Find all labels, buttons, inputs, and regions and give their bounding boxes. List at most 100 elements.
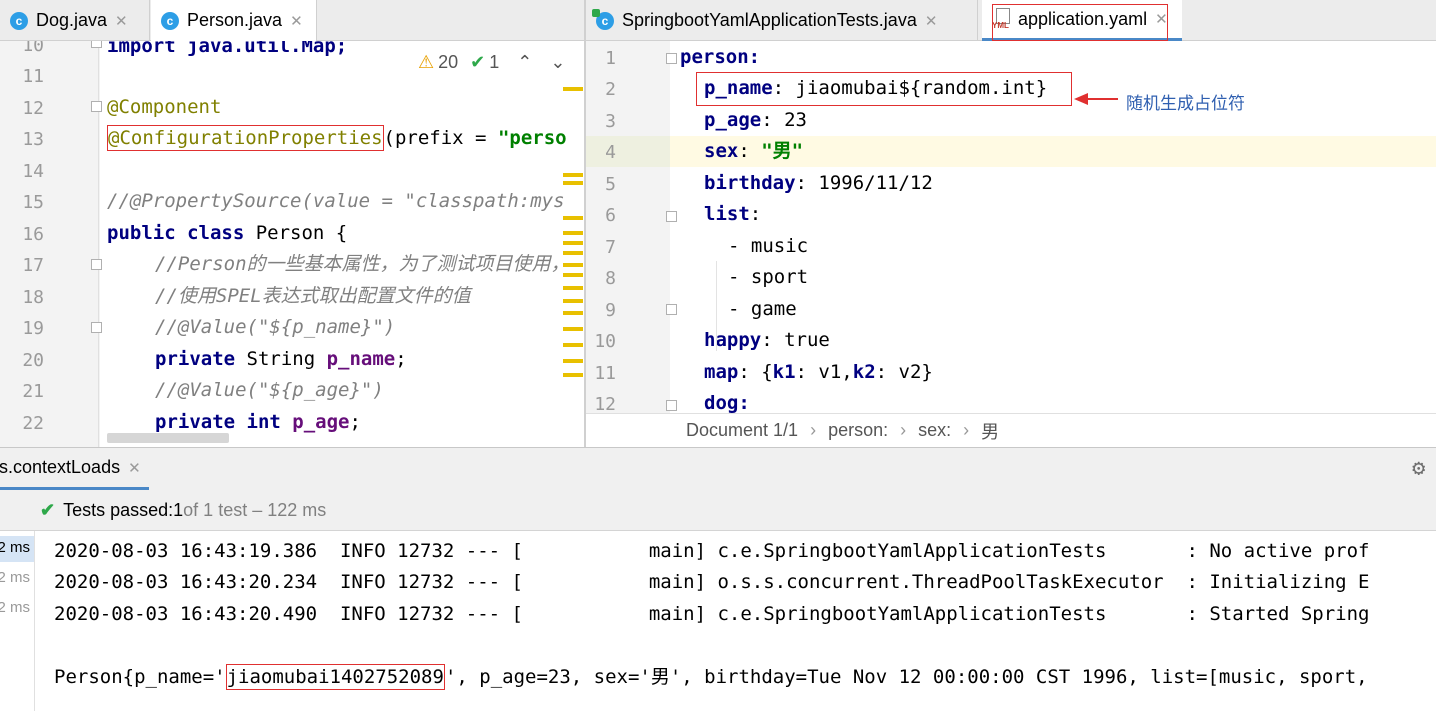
line-number: 13 <box>22 129 44 150</box>
close-icon[interactable]: ✕ <box>128 459 141 477</box>
line-number: 18 <box>22 287 44 308</box>
gear-icon[interactable]: ⚙ <box>1412 456 1425 481</box>
yaml-file-icon: YML <box>992 8 1014 30</box>
test-duration[interactable]: 2 ms <box>0 569 30 586</box>
java-class-icon: c <box>161 11 179 30</box>
tab-dog-java[interactable]: c Dog.java ✕ <box>0 0 150 41</box>
chevron-right-icon: › <box>900 420 907 440</box>
fold-icon[interactable] <box>91 101 102 112</box>
yaml-line: birthday: 1996/11/12 <box>704 172 933 194</box>
line-number: 22 <box>22 413 44 434</box>
yaml-line: dog: <box>704 392 750 413</box>
scrollbar-marker[interactable] <box>563 241 583 245</box>
scrollbar-marker[interactable] <box>563 286 583 290</box>
fold-icon[interactable] <box>666 304 677 315</box>
code-line: //@Value("${p_name}") <box>155 316 396 338</box>
tab-label: SpringbootYamlApplicationTests.java <box>622 10 917 30</box>
run-panel-header: ts.contextLoads ✕ ⚙ <box>0 447 1436 490</box>
line-number: 5 <box>605 174 616 195</box>
line-number: 14 <box>22 161 44 182</box>
breadcrumb-item[interactable]: 男 <box>981 418 999 444</box>
chevron-right-icon: › <box>963 420 970 440</box>
scrollbar-marker[interactable] <box>563 299 583 303</box>
yaml-line: p_age: 23 <box>704 109 807 131</box>
scrollbar-marker[interactable] <box>563 311 583 315</box>
code-line: //Person的一些基本属性，为了测试项目使用， <box>155 253 570 275</box>
test-duration[interactable]: 2 ms <box>0 539 30 556</box>
yaml-line: happy: true <box>704 329 830 351</box>
code-line: //@PropertySource(value = "classpath:mys <box>107 190 565 212</box>
console-output[interactable]: 2 ms 2 ms 2 ms 2020-08-03 16:43:19.386 I… <box>0 531 1436 711</box>
fold-icon[interactable] <box>666 400 677 411</box>
fold-icon[interactable] <box>666 211 677 222</box>
scrollbar-marker[interactable] <box>563 251 583 255</box>
fold-icon[interactable] <box>91 41 102 48</box>
chevron-down-icon[interactable]: ⌄ <box>550 52 565 73</box>
test-status: ✔ Tests passed: 1 of 1 test – 122 ms <box>40 499 327 520</box>
annotation-note: 随机生成占位符 <box>1126 94 1245 113</box>
yaml-line: - sport <box>728 266 809 288</box>
test-duration[interactable]: 2 ms <box>0 599 30 616</box>
arrow-left-icon <box>1074 93 1118 105</box>
run-tab-label: ts.contextLoads <box>0 457 121 477</box>
java-test-class-icon: c <box>592 8 614 30</box>
yaml-line: person: <box>680 46 761 68</box>
scrollbar-marker[interactable] <box>563 87 583 91</box>
line-number: 3 <box>605 111 616 132</box>
warning-icon: ⚠ <box>418 51 435 72</box>
fold-icon[interactable] <box>91 322 102 333</box>
code-line: public class Person { <box>107 222 348 244</box>
scrollbar-marker[interactable] <box>563 373 583 377</box>
tab-label: Dog.java <box>36 10 108 30</box>
close-icon[interactable]: ✕ <box>290 12 303 30</box>
horizontal-scrollbar[interactable] <box>107 433 229 443</box>
code-line: private String p_name; <box>155 348 407 370</box>
scrollbar-marker[interactable] <box>563 216 583 220</box>
ok-count: 1 <box>489 51 500 72</box>
inspection-widget[interactable]: ⚠ 20 ✔ 1 ⌃ ⌄ <box>418 49 566 75</box>
output-highlight-box: jiaomubai1402752089 <box>225 664 445 690</box>
yaml-highlight-box <box>696 72 1072 106</box>
breadcrumb-item[interactable]: person: <box>828 420 888 441</box>
yaml-editor[interactable]: 1 2 3 4 5 6 7 8 9 10 11 12 person: p_nam… <box>586 41 1436 413</box>
program-output: Person{p_name='jiaomubai1402752089', p_a… <box>54 664 1368 690</box>
scrollbar-marker[interactable] <box>563 359 583 363</box>
breadcrumb-item[interactable]: Document 1/1 <box>686 420 798 441</box>
tab-person-java[interactable]: c Person.java ✕ <box>151 0 317 41</box>
log-line: 2020-08-03 16:43:20.234 INFO 12732 --- [… <box>54 571 1370 593</box>
scrollbar-marker[interactable] <box>563 327 583 331</box>
fold-icon[interactable] <box>666 53 677 64</box>
scrollbar-marker[interactable] <box>563 231 583 235</box>
line-number: 21 <box>22 381 44 402</box>
line-number: 19 <box>22 318 44 339</box>
line-number: 12 <box>594 394 616 413</box>
close-icon[interactable]: ✕ <box>925 12 938 30</box>
chevron-up-icon[interactable]: ⌃ <box>517 52 532 73</box>
scrollbar-marker[interactable] <box>563 343 583 347</box>
run-tab[interactable]: ts.contextLoads ✕ <box>0 448 149 490</box>
check-icon: ✔ <box>40 499 56 520</box>
chevron-right-icon: › <box>810 420 817 440</box>
tab-tests-java[interactable]: c SpringbootYamlApplicationTests.java ✕ <box>586 0 978 41</box>
right-tab-bar: c SpringbootYamlApplicationTests.java ✕ … <box>586 0 1436 41</box>
fold-icon[interactable] <box>91 259 102 270</box>
line-number: 16 <box>22 224 44 245</box>
line-number: 2 <box>605 79 616 100</box>
scrollbar-marker[interactable] <box>563 173 583 177</box>
java-class-icon: c <box>10 11 28 30</box>
test-status-bar: ✔ Tests passed: 1 of 1 test – 122 ms <box>0 490 1436 531</box>
log-line: 2020-08-03 16:43:19.386 INFO 12732 --- [… <box>54 540 1370 562</box>
close-icon[interactable]: ✕ <box>115 12 128 30</box>
warning-count: 20 <box>438 51 459 72</box>
line-number: 11 <box>594 363 616 384</box>
line-number: 9 <box>605 300 616 321</box>
scrollbar-marker[interactable] <box>563 273 583 277</box>
tab-application-yaml[interactable]: YML application.yaml ✕ <box>982 0 1182 41</box>
code-line: //@Value("${p_age}") <box>155 379 384 401</box>
scrollbar-marker[interactable] <box>563 263 583 267</box>
check-icon: ✔ <box>470 51 486 72</box>
java-editor[interactable]: 10 11 12 13 14 15 16 17 18 19 20 21 22 i… <box>0 41 584 447</box>
breadcrumb: Document 1/1 › person: › sex: › 男 <box>586 413 1436 447</box>
scrollbar-marker[interactable] <box>563 181 583 185</box>
breadcrumb-item[interactable]: sex: <box>918 420 951 441</box>
